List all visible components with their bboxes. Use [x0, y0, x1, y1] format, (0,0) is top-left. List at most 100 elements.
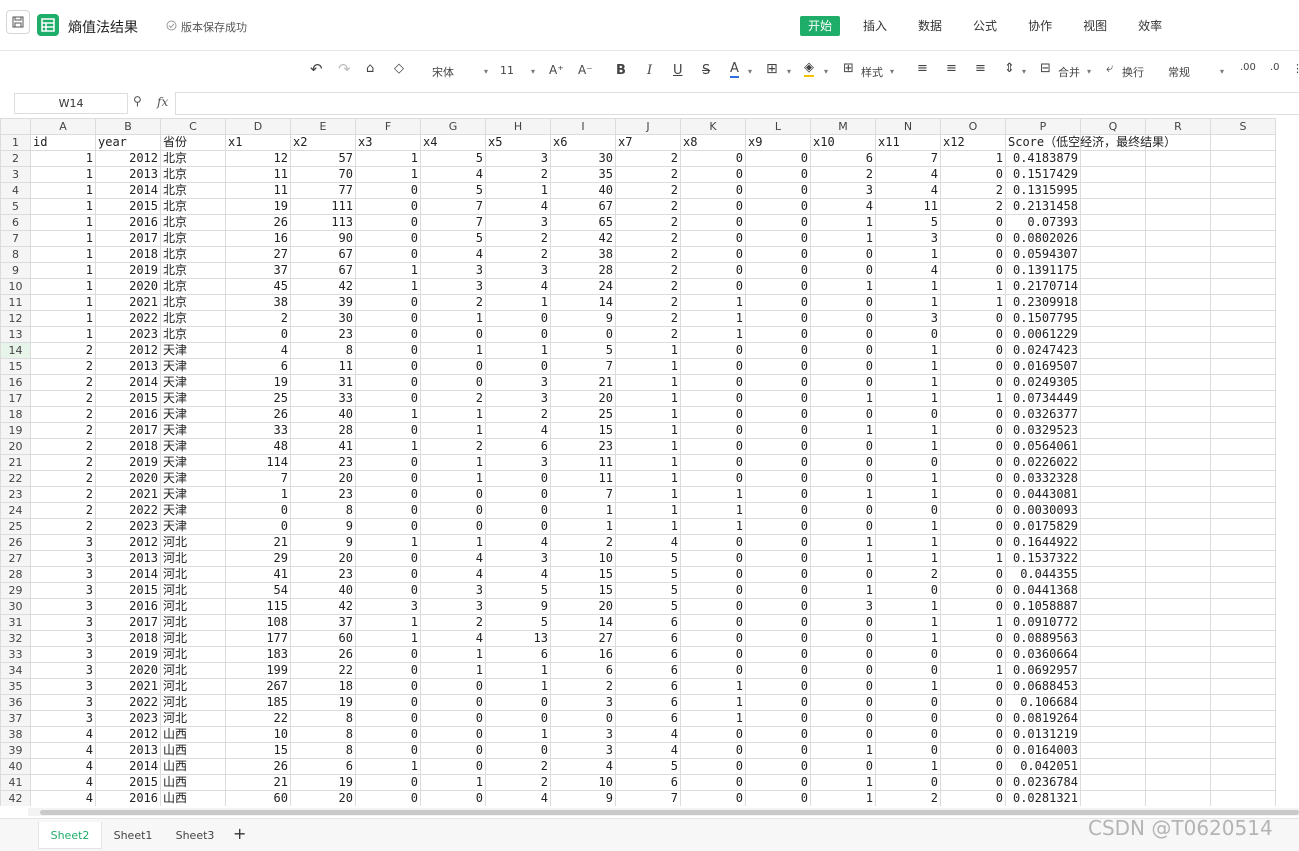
cell[interactable]: 0	[485, 310, 551, 327]
cell[interactable]: 河北	[160, 534, 226, 551]
cell[interactable]: 2	[875, 566, 941, 583]
cell[interactable]: 0	[680, 454, 746, 471]
cell[interactable]	[1145, 390, 1211, 407]
cell[interactable]: 0	[355, 742, 421, 759]
cell[interactable]: 1	[355, 406, 421, 423]
cell[interactable]: 0	[355, 694, 421, 711]
cell[interactable]: 1	[30, 262, 96, 279]
cell[interactable]: 0.2170714	[1005, 278, 1081, 295]
cell[interactable]: 2017	[95, 230, 161, 247]
cell[interactable]: 23	[290, 454, 356, 471]
cell[interactable]: 4	[30, 726, 96, 743]
cell[interactable]	[1210, 550, 1276, 567]
cell[interactable]: 6	[615, 678, 681, 695]
cell[interactable]	[1080, 790, 1146, 806]
font-shrink-icon[interactable]: A⁻	[578, 63, 593, 77]
cell[interactable]: 4	[875, 166, 941, 183]
cell[interactable]: 0	[745, 726, 811, 743]
cell[interactable]: 1	[940, 390, 1006, 407]
cell[interactable]	[1080, 294, 1146, 311]
cell[interactable]: 0	[485, 486, 551, 503]
cell[interactable]: 0	[680, 390, 746, 407]
cell[interactable]: 0.1315995	[1005, 182, 1081, 199]
cell[interactable]: 0	[940, 262, 1006, 279]
cell[interactable]: 北京	[160, 150, 226, 167]
cell[interactable]: 2	[30, 470, 96, 487]
cell[interactable]: 0.1507795	[1005, 310, 1081, 327]
cell[interactable]: 4	[550, 758, 616, 775]
cell[interactable]: 1	[485, 294, 551, 311]
cell[interactable]: 5	[485, 614, 551, 631]
cell[interactable]: 3	[30, 710, 96, 727]
column-header-I[interactable]: I	[550, 118, 616, 135]
cell[interactable]: 0	[680, 374, 746, 391]
cell[interactable]: 177	[225, 630, 291, 647]
cell[interactable]: 北京	[160, 278, 226, 295]
cell[interactable]: 0.0175829	[1005, 518, 1081, 535]
cell[interactable]: 41	[225, 566, 291, 583]
font-size-chevron-icon[interactable]: ▾	[531, 67, 535, 76]
cell[interactable]: 1	[355, 614, 421, 631]
cell[interactable]: 1	[420, 646, 486, 663]
cell[interactable]: 0.1391175	[1005, 262, 1081, 279]
cell[interactable]: 1	[550, 502, 616, 519]
cell[interactable]	[1210, 598, 1276, 615]
cell[interactable]: 0	[680, 358, 746, 375]
cell[interactable]	[1145, 534, 1211, 551]
cell[interactable]	[1210, 534, 1276, 551]
cell[interactable]: 0.1537322	[1005, 550, 1081, 567]
cell[interactable]: 河北	[160, 646, 226, 663]
cell[interactable]: 1	[485, 182, 551, 199]
cell[interactable]: 1	[680, 518, 746, 535]
merge-chevron-icon[interactable]: ▾	[1087, 67, 1091, 76]
menu-item-5[interactable]: 视图	[1075, 16, 1115, 36]
cell[interactable]: 0	[940, 518, 1006, 535]
cell[interactable]	[1080, 726, 1146, 743]
cell[interactable]: 1	[615, 374, 681, 391]
cell[interactable]	[1145, 166, 1211, 183]
cell[interactable]: 1	[810, 742, 876, 759]
cell[interactable]: 8	[290, 726, 356, 743]
cell[interactable]: 2	[420, 438, 486, 455]
cell[interactable]: 23	[290, 486, 356, 503]
cell[interactable]: 1	[940, 150, 1006, 167]
cell[interactable]	[1210, 678, 1276, 695]
cell[interactable]: 29	[225, 550, 291, 567]
cell[interactable]: 23	[550, 438, 616, 455]
cell[interactable]	[1145, 646, 1211, 663]
cell[interactable]: 0	[745, 310, 811, 327]
cell[interactable]: 0	[355, 550, 421, 567]
cell[interactable]: 1	[485, 726, 551, 743]
column-header-D[interactable]: D	[225, 118, 291, 135]
cell[interactable]	[1210, 502, 1276, 519]
cell[interactable]: 4	[30, 774, 96, 791]
sheet-tab-sheet1[interactable]: Sheet1	[102, 822, 164, 848]
cell[interactable]	[1210, 774, 1276, 791]
cell[interactable]: 20	[550, 598, 616, 615]
cell[interactable]	[1145, 518, 1211, 535]
cell[interactable]	[1145, 294, 1211, 311]
cell[interactable]	[1080, 646, 1146, 663]
cell[interactable]: 1	[30, 230, 96, 247]
cell[interactable]	[1210, 518, 1276, 535]
cell[interactable]: 0	[810, 662, 876, 679]
cell[interactable]: 2012	[95, 150, 161, 167]
cell[interactable]: 1	[615, 438, 681, 455]
cell[interactable]	[1080, 470, 1146, 487]
cell[interactable]	[1080, 758, 1146, 775]
column-header-J[interactable]: J	[615, 118, 681, 135]
cell[interactable]: 北京	[160, 198, 226, 215]
cell[interactable]: 0	[680, 150, 746, 167]
cell[interactable]	[1210, 150, 1276, 167]
cell[interactable]: 0.0819264	[1005, 710, 1081, 727]
cell[interactable]: 1	[30, 294, 96, 311]
cell[interactable]	[1210, 326, 1276, 343]
cell[interactable]: 8	[290, 742, 356, 759]
cell[interactable]: 1	[810, 422, 876, 439]
cell[interactable]: 0	[940, 534, 1006, 551]
cell[interactable]: 0	[745, 614, 811, 631]
cell[interactable]: 2	[420, 390, 486, 407]
cell[interactable]: 河北	[160, 582, 226, 599]
cell[interactable]: 22	[290, 662, 356, 679]
cell[interactable]: 1	[355, 630, 421, 647]
